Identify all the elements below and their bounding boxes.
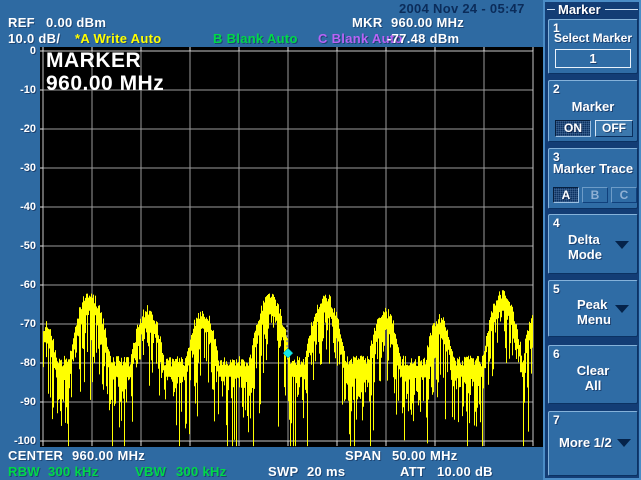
plot-area: MARKER 960.00 MHz [40,47,543,447]
rbw-value: 300 kHz [48,464,99,479]
y-axis-label: -90 [0,396,36,408]
vbw-value: 300 kHz [176,464,227,479]
y-axis-label: -20 [0,123,36,135]
marker-off-button[interactable]: OFF [595,120,633,137]
ref-label: REF [8,15,35,30]
spectrum-analyzer-screen: REF 0.00 dBm 10.0 dB/ *A Write Auto B Bl… [0,0,641,480]
center-freq-value: 960.00 MHz [72,448,145,463]
softkey-peak-menu[interactable]: 5 Peak Menu [548,280,638,337]
menu-title-rule-left [547,9,555,10]
marker-readout-level: -77.48 dBm [387,31,459,46]
marker-readout-freq: 960.00 MHz [391,15,464,30]
softkey-select-marker[interactable]: 1 Select Marker 1 [548,19,638,74]
trace-a-status: *A Write Auto [75,31,161,46]
y-axis-label: -30 [0,162,36,174]
trace-a-button[interactable]: A [553,187,579,203]
spectrum-trace-svg [40,47,543,447]
trace-c-button[interactable]: C [611,187,637,203]
atten-label: ATT [400,464,425,479]
y-axis-label: -80 [0,357,36,369]
softkey-delta-mode[interactable]: 4 Delta Mode [548,214,638,274]
softkey-label: Marker Trace [549,161,637,176]
softkey-marker-onoff[interactable]: 2 Marker ON OFF [548,80,638,142]
softkey-number: 4 [553,216,560,230]
menu-title-rule-right [605,9,638,10]
marker-readout-label: MKR [352,15,383,30]
y-axis-label: -10 [0,84,36,96]
softkey-label: Select Marker [549,31,637,45]
softkey-clear-all[interactable]: 6 Clear All [548,345,638,404]
rbw-label: RBW [8,464,40,479]
y-axis-label: -50 [0,240,36,252]
select-marker-value-button[interactable]: 1 [555,49,631,68]
sweep-value: 20 ms [307,464,345,479]
softkey-number: 5 [553,282,560,296]
softkey-number: 6 [553,347,560,361]
scale-per-div: 10.0 dB/ [8,31,60,46]
span-label: SPAN [345,448,381,463]
center-freq-label: CENTER [8,448,63,463]
y-axis-label: -60 [0,279,36,291]
atten-value: 10.00 dB [437,464,493,479]
softkey-label-line2: Menu [577,312,611,327]
span-value: 50.00 MHz [392,448,458,463]
datetime: 2004 Nov 24 - 05:47 [399,1,525,16]
softkey-label: More 1/2 [559,435,612,450]
y-axis-label: 0 [0,45,36,57]
dropdown-arrow-icon [615,305,629,313]
marker-on-button[interactable]: ON [555,120,591,137]
dropdown-arrow-icon [615,241,629,249]
vbw-label: VBW [135,464,166,479]
softkey-label-line1: Clear [549,363,637,378]
softkey-number: 2 [553,82,560,96]
softkey-menu-panel: Marker 1 Select Marker 1 2 Marker ON OFF… [543,0,641,480]
softkey-number: 7 [553,413,560,427]
y-axis-label: -70 [0,318,36,330]
trace-b-status: B Blank Auto [213,31,298,46]
ref-value: 0.00 dBm [46,15,106,30]
y-axis-label: -40 [0,201,36,213]
softkey-more[interactable]: 7 More 1/2 [548,411,638,476]
y-axis-label: -100 [0,435,36,447]
softkey-label-line1: Peak [577,297,611,312]
softkey-label-line2: Mode [568,247,602,262]
sweep-label: SWP [268,464,299,479]
dropdown-arrow-icon [617,439,631,447]
softkey-label-line1: Delta [568,232,602,247]
trace-b-button[interactable]: B [582,187,608,203]
softkey-label: Marker [549,99,637,114]
softkey-marker-trace[interactable]: 3 Marker Trace A B C [548,148,638,209]
menu-title: Marker [558,2,601,17]
softkey-label-line2: All [549,378,637,393]
